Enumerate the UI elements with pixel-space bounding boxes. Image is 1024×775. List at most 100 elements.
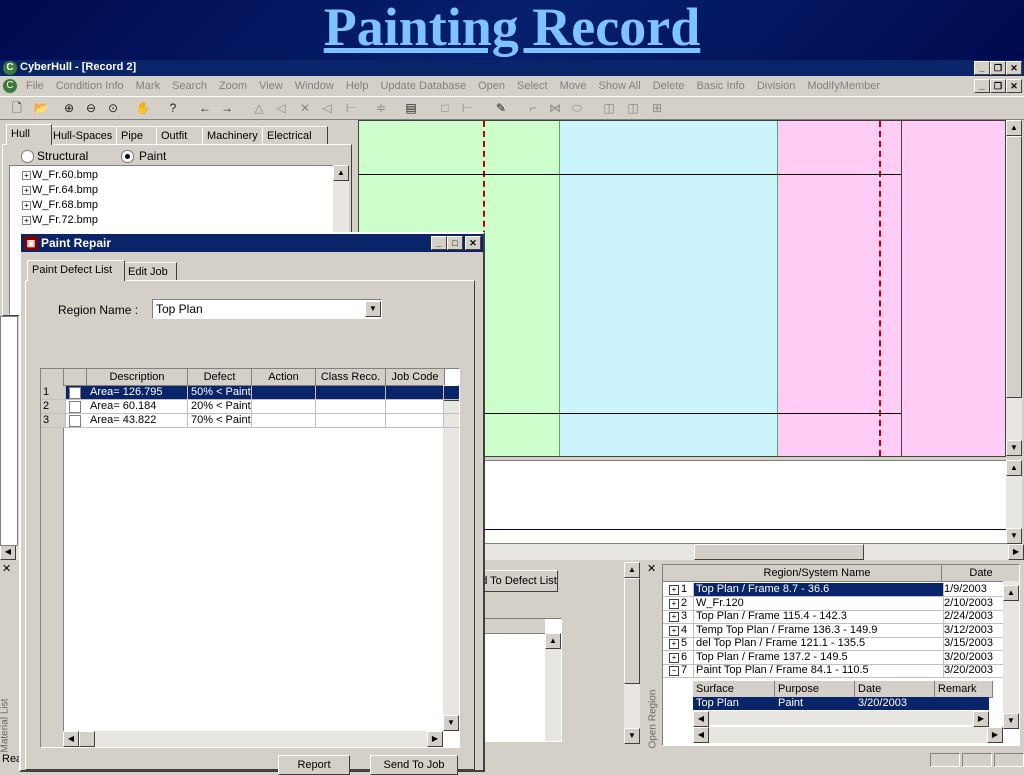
tab-outfit[interactable]: Outfit bbox=[156, 126, 206, 145]
tab-paint-defect-list[interactable]: Paint Defect List bbox=[27, 260, 125, 281]
menu-search[interactable]: Search bbox=[166, 77, 213, 95]
expand-plus-icon[interactable]: + bbox=[669, 612, 679, 622]
col-class-reco[interactable]: Class Reco. bbox=[316, 369, 386, 386]
scroll-down-icon[interactable]: ▼ bbox=[1003, 713, 1019, 729]
angle-left-icon[interactable]: ◁ bbox=[318, 99, 336, 117]
menu-open[interactable]: Open bbox=[472, 77, 511, 95]
list-item[interactable]: +1 Top Plan / Frame 8.7 - 36.6 1/9/2003 bbox=[663, 583, 1005, 597]
scroll-down-icon[interactable]: ▼ bbox=[443, 715, 459, 731]
open-folder-icon[interactable]: 📂 bbox=[32, 99, 50, 117]
menu-show-all[interactable]: Show All bbox=[593, 77, 647, 95]
document-icon[interactable]: ▤ bbox=[402, 99, 420, 117]
canvas-vscroll[interactable]: ▲ ▼ bbox=[1006, 120, 1022, 456]
step-icon[interactable]: ⌐ bbox=[524, 99, 542, 117]
divide-icon[interactable]: ≑ bbox=[372, 99, 390, 117]
profile-vscroll[interactable]: ▲ ▼ bbox=[1006, 460, 1022, 544]
zoom-in-icon[interactable]: ⊕ bbox=[60, 99, 78, 117]
tab-electrical[interactable]: Electrical bbox=[262, 126, 328, 145]
zoom-area-icon[interactable]: ⊙ bbox=[104, 99, 122, 117]
defect-grid-hscroll[interactable]: ◀ ▶ bbox=[63, 731, 443, 747]
menu-window[interactable]: Window bbox=[289, 77, 340, 95]
pan-hand-icon[interactable]: ✋ bbox=[134, 99, 152, 117]
region-name-select[interactable]: Top Plan ▼ bbox=[152, 299, 382, 319]
scroll-down-icon[interactable]: ▼ bbox=[1006, 528, 1022, 544]
slash-box-icon[interactable]: ◫ bbox=[600, 99, 618, 117]
menu-delete[interactable]: Delete bbox=[647, 77, 691, 95]
report-button[interactable]: Report bbox=[278, 755, 350, 775]
back-arrow-icon[interactable]: ← bbox=[196, 99, 214, 117]
radio-paint[interactable] bbox=[121, 150, 134, 163]
add-to-defect-list-button[interactable]: d To Defect List bbox=[480, 570, 558, 592]
col-region-name[interactable]: Region/System Name bbox=[693, 565, 942, 582]
table-row[interactable]: 3 Area= 43.822 70% < Paint bbox=[41, 414, 459, 428]
list-item[interactable]: −7 Paint Top Plan / Frame 84.1 - 110.5 3/2… bbox=[663, 664, 1005, 678]
region-grid-hscroll[interactable]: ◀ ▶ bbox=[693, 727, 1003, 743]
cell-action[interactable] bbox=[252, 386, 316, 399]
scroll-down-icon[interactable]: ▼ bbox=[624, 728, 640, 744]
col-defect[interactable]: Defect bbox=[188, 369, 252, 386]
sub-col-purpose[interactable]: Purpose bbox=[775, 681, 855, 698]
expand-plus-icon[interactable]: + bbox=[22, 171, 31, 180]
forward-arrow-icon[interactable]: → bbox=[218, 99, 236, 117]
col-job-code[interactable]: Job Code bbox=[386, 369, 445, 386]
menu-basic-info[interactable]: Basic Info bbox=[691, 77, 751, 95]
cell-action[interactable] bbox=[252, 400, 316, 413]
scroll-up-icon[interactable]: ▲ bbox=[624, 562, 640, 578]
tab-machinery[interactable]: Machinery bbox=[202, 126, 266, 145]
expand-plus-icon[interactable]: + bbox=[22, 186, 31, 195]
cell-class-reco[interactable] bbox=[316, 386, 386, 399]
tree-item[interactable]: + W_Fr.68.bmp bbox=[22, 198, 98, 213]
menu-select[interactable]: Select bbox=[511, 77, 554, 95]
menu-division[interactable]: Division bbox=[751, 77, 802, 95]
menu-condition-info[interactable]: Condition Info bbox=[50, 77, 130, 95]
grid-icon[interactable]: ⊞ bbox=[648, 99, 666, 117]
sub-col-date[interactable]: Date bbox=[855, 681, 935, 698]
zoom-out-icon[interactable]: ⊖ bbox=[82, 99, 100, 117]
scroll-thumb[interactable] bbox=[1006, 136, 1022, 398]
tab-pipe[interactable]: Pipe bbox=[116, 126, 160, 145]
bowtie-icon[interactable]: ⋈ bbox=[546, 99, 564, 117]
col-action[interactable]: Action bbox=[252, 369, 316, 386]
dialog-maximize-icon[interactable]: □ bbox=[447, 236, 463, 250]
scroll-thumb[interactable] bbox=[624, 578, 640, 684]
bracket-icon[interactable]: ⊢ bbox=[458, 99, 476, 117]
sub-grid-row[interactable]: Top Plan Paint 3/20/2003 bbox=[693, 697, 989, 710]
scroll-left-icon[interactable]: ◀ bbox=[693, 727, 709, 743]
restore-icon[interactable]: ❐ bbox=[990, 61, 1006, 75]
list-item[interactable]: +5 del Top Plan / Frame 121.1 - 135.5 3/15… bbox=[663, 637, 1005, 651]
table-row[interactable]: 2 Area= 60.184 20% < Paint bbox=[41, 400, 459, 414]
defect-grid-vscroll[interactable]: ▲ ▼ bbox=[443, 385, 459, 731]
dialog-minimize-icon[interactable]: _ bbox=[431, 236, 447, 250]
menu-mark[interactable]: Mark bbox=[130, 77, 166, 95]
table-row[interactable]: 1 Area= 126.795 50% < Paint bbox=[41, 386, 459, 400]
scroll-up-icon[interactable]: ▲ bbox=[545, 633, 561, 649]
scroll-up-icon[interactable]: ▲ bbox=[1003, 585, 1019, 601]
scroll-left-icon[interactable]: ◀ bbox=[63, 731, 79, 747]
dialog-close-icon[interactable]: ✕ bbox=[465, 236, 481, 250]
hscroll-thumb[interactable] bbox=[694, 544, 864, 560]
radio-structural[interactable] bbox=[21, 150, 34, 163]
brush-icon[interactable]: ✎ bbox=[492, 99, 510, 117]
scroll-right-icon[interactable]: ▶ bbox=[1008, 544, 1024, 560]
tree-item[interactable]: + W_Fr.72.bmp bbox=[22, 213, 98, 228]
expand-plus-icon[interactable]: + bbox=[669, 585, 679, 595]
scroll-up-icon[interactable]: ▲ bbox=[1006, 120, 1022, 136]
square-icon[interactable]: □ bbox=[436, 99, 454, 117]
menu-update-database[interactable]: Update Database bbox=[374, 77, 472, 95]
menu-move[interactable]: Move bbox=[554, 77, 593, 95]
list-item[interactable]: +3 Top Plan / Frame 115.4 - 142.3 2/24/200… bbox=[663, 610, 1005, 624]
expand-plus-icon[interactable]: + bbox=[669, 639, 679, 649]
hscroll-thumb[interactable] bbox=[79, 731, 95, 747]
doc-minimize-icon[interactable]: _ bbox=[974, 79, 990, 93]
cell-job-code[interactable] bbox=[386, 400, 444, 413]
collapse-minus-icon[interactable]: − bbox=[669, 666, 679, 676]
expand-plus-icon[interactable]: + bbox=[22, 201, 31, 210]
expand-plus-icon[interactable]: + bbox=[669, 625, 679, 636]
dock-close-icon[interactable]: ✕ bbox=[2, 562, 11, 575]
list-item[interactable]: +4 Temp Top Plan / Frame 136.3 - 149.9 3/1… bbox=[663, 623, 1005, 638]
list-item[interactable]: +2 W_Fr.120 2/10/2003 bbox=[663, 596, 1005, 611]
ellipse-icon[interactable]: ⬭ bbox=[568, 99, 586, 117]
scroll-up-icon[interactable]: ▲ bbox=[333, 165, 349, 181]
scroll-right-icon[interactable]: ▶ bbox=[427, 731, 443, 747]
expand-plus-icon[interactable]: + bbox=[22, 216, 31, 225]
